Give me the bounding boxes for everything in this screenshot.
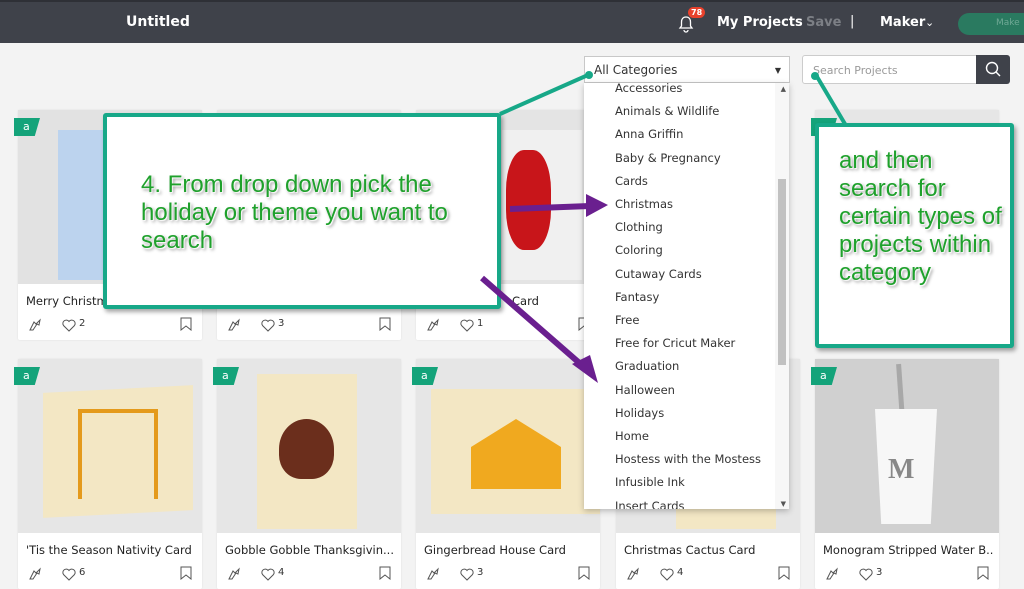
heart-icon[interactable] xyxy=(460,319,474,332)
project-card[interactable]: a 'Tis the Season Nativity Card 6 xyxy=(14,359,202,589)
bookmark-icon[interactable] xyxy=(180,317,192,331)
bookmark-icon[interactable] xyxy=(379,566,391,580)
search-input[interactable]: Search Projects xyxy=(802,55,977,84)
my-projects-link[interactable]: My Projects xyxy=(717,15,803,30)
like-count: 4 xyxy=(278,567,285,578)
dropdown-option[interactable]: Coloring xyxy=(615,243,663,257)
search-icon xyxy=(985,61,1001,77)
dropdown-option[interactable]: Fantasy xyxy=(615,290,659,304)
save-button[interactable]: Save xyxy=(806,15,841,30)
heart-icon[interactable] xyxy=(660,568,674,581)
dropdown-option[interactable]: Hostess with the Mostess xyxy=(615,452,761,466)
remix-icon[interactable] xyxy=(426,567,440,581)
remix-icon[interactable] xyxy=(28,567,42,581)
like-count: 3 xyxy=(278,318,285,329)
search-button[interactable] xyxy=(976,55,1010,84)
category-select[interactable]: All Categories ▼ xyxy=(584,56,790,83)
project-image xyxy=(416,359,600,533)
card-title[interactable]: 'Tis the Season Nativity Card xyxy=(26,543,196,557)
annotation-text: and then search for certain types of pro… xyxy=(839,147,1002,287)
bookmark-icon[interactable] xyxy=(778,566,790,580)
dropdown-option[interactable]: Anna Griffin xyxy=(615,127,683,141)
dropdown-scrollbar[interactable]: ▲ ▼ xyxy=(775,83,789,509)
like-count: 4 xyxy=(677,567,684,578)
dropdown-option[interactable]: Halloween xyxy=(615,383,675,397)
dropdown-option[interactable]: Insert Cards xyxy=(615,499,685,509)
bookmark-icon[interactable] xyxy=(180,566,192,580)
caret-down-icon: ▼ xyxy=(774,66,781,75)
connector-line xyxy=(499,73,589,116)
heart-icon[interactable] xyxy=(261,568,275,581)
divider: | xyxy=(850,14,855,29)
dropdown-option[interactable]: Free xyxy=(615,313,639,327)
heart-icon[interactable] xyxy=(62,319,76,332)
project-title: Untitled xyxy=(126,14,190,30)
heart-icon[interactable] xyxy=(62,568,76,581)
dropdown-option[interactable]: Accessories xyxy=(615,83,682,95)
remix-icon[interactable] xyxy=(28,318,42,332)
category-dropdown-list[interactable]: ▲ ▼ Accessories Animals & Wildlife Anna Gr… xyxy=(584,83,789,509)
remix-icon[interactable] xyxy=(227,567,241,581)
dropdown-option[interactable]: Holidays xyxy=(615,406,664,420)
project-image xyxy=(18,359,202,533)
project-image xyxy=(217,359,401,533)
like-count: 2 xyxy=(79,318,86,329)
annotation-callout-left: 4. From drop down pick the holiday or th… xyxy=(103,113,501,309)
project-image: M xyxy=(815,359,999,533)
make-button[interactable]: Make xyxy=(958,13,1024,35)
scrollbar-thumb[interactable] xyxy=(778,179,786,365)
heart-icon[interactable] xyxy=(859,568,873,581)
like-count: 3 xyxy=(876,567,883,578)
dropdown-option[interactable]: Free for Cricut Maker xyxy=(615,336,735,350)
card-title[interactable]: Gingerbread House Card xyxy=(424,543,594,557)
card-title[interactable]: Gobble Gobble Thanksgivin... xyxy=(225,543,395,557)
dropdown-option[interactable]: Infusible Ink xyxy=(615,475,685,489)
scroll-up-icon[interactable]: ▲ xyxy=(781,85,786,93)
machine-selector[interactable]: Maker xyxy=(880,15,925,30)
remix-icon[interactable] xyxy=(825,567,839,581)
heart-icon[interactable] xyxy=(261,319,275,332)
like-count: 1 xyxy=(477,318,484,329)
heart-icon[interactable] xyxy=(460,568,474,581)
notification-badge: 78 xyxy=(688,7,706,18)
top-bar: Untitled 78 My Projects Save | Maker ⌄ M… xyxy=(0,0,1024,43)
remix-icon[interactable] xyxy=(227,318,241,332)
bookmark-icon[interactable] xyxy=(977,566,989,580)
dropdown-option[interactable]: Graduation xyxy=(615,359,679,373)
project-card[interactable]: M a Monogram Stripped Water B... 3 xyxy=(811,359,999,589)
dropdown-option[interactable]: Clothing xyxy=(615,220,663,234)
dropdown-option[interactable]: Cutaway Cards xyxy=(615,267,702,281)
like-count: 3 xyxy=(477,567,484,578)
dropdown-option[interactable]: Home xyxy=(615,429,649,443)
dropdown-option[interactable]: Christmas xyxy=(615,197,673,211)
project-card[interactable]: a Gobble Gobble Thanksgivin... 4 xyxy=(213,359,401,589)
bookmark-icon[interactable] xyxy=(578,566,590,580)
remix-icon[interactable] xyxy=(426,318,440,332)
annotation-text: 4. From drop down pick the holiday or th… xyxy=(141,171,448,255)
bookmark-icon[interactable] xyxy=(379,317,391,331)
like-count: 6 xyxy=(79,567,86,578)
card-title[interactable]: Monogram Stripped Water B... xyxy=(823,543,993,557)
project-card[interactable]: a Gingerbread House Card 3 xyxy=(412,359,600,589)
annotation-callout-right: and then search for certain types of pro… xyxy=(815,123,1014,348)
card-title[interactable]: Christmas Cactus Card xyxy=(624,543,794,557)
remix-icon[interactable] xyxy=(626,567,640,581)
dropdown-option[interactable]: Baby & Pregnancy xyxy=(615,151,721,165)
dropdown-option[interactable]: Cards xyxy=(615,174,648,188)
dropdown-option[interactable]: Animals & Wildlife xyxy=(615,104,719,118)
category-selected-value: All Categories xyxy=(594,63,678,77)
chevron-down-icon[interactable]: ⌄ xyxy=(925,16,934,29)
scroll-down-icon[interactable]: ▼ xyxy=(781,500,786,508)
